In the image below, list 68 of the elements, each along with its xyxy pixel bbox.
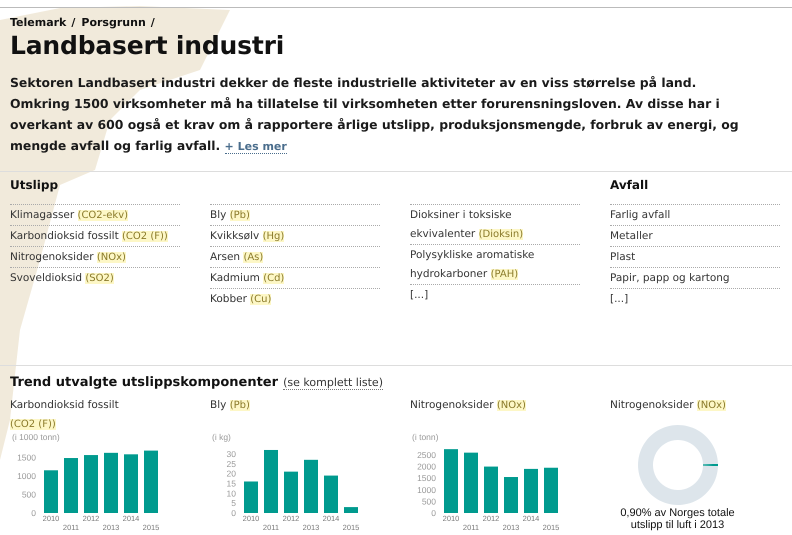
waste-link[interactable]: Metaller — [610, 225, 780, 246]
emission-link[interactable]: Polysykliske aromatiske hydrokarboner (PAH) — [410, 244, 580, 284]
read-more-link[interactable]: + Les mer — [224, 140, 287, 154]
bar — [504, 477, 518, 513]
waste-link[interactable]: Papir, papp og kartong — [610, 267, 780, 288]
bar — [304, 460, 318, 513]
axis-tick-label: 500 — [422, 496, 436, 506]
emission-link[interactable]: Nitrogenoksider (NOx) — [10, 246, 180, 267]
bar — [284, 472, 298, 513]
axis-tick-label: 1500 — [17, 452, 36, 462]
section-heading: Avfall — [610, 178, 650, 194]
bar — [104, 452, 118, 513]
axis-tick-label: 1500 — [417, 473, 436, 484]
emission-link[interactable]: Bly (Pb) — [210, 204, 380, 225]
bar — [324, 476, 338, 513]
axis-tick-label: 25 — [226, 458, 236, 469]
axis-tick-label: 2500 — [417, 450, 436, 460]
more-link[interactable]: [...] — [610, 288, 780, 309]
axis-tick-label: 20 — [226, 468, 236, 479]
axis-tick-label: 2000 — [417, 462, 436, 472]
bar — [244, 481, 258, 513]
emission-link[interactable]: Klimagasser (CO2-ekv) — [10, 204, 180, 225]
axis-tick-label: 15 — [226, 478, 236, 488]
axis-tick-label: 5 — [231, 498, 236, 508]
axis-tick-label: 500 — [22, 489, 36, 500]
waste-link[interactable]: Farlig avfall — [610, 204, 780, 225]
bar — [264, 450, 278, 513]
axis-tick-label: 0 — [31, 508, 36, 518]
bar — [124, 454, 138, 513]
emission-link[interactable]: Arsen (As) — [210, 246, 380, 267]
intro-paragraph: Sektoren Landbasert industri dekker de fleste industrielle aktiviteter av en viss størrelse på land. Omkring 1500 virksomheter må ha tillatelse til virksomheten etter forurensningsloven. Av disse har i overkant av 600 også et krav om å rapportere årlige utslipp, produksjonsmengde, forbruk av energi, og mengde avfall og farlig avfall. + Les mer — [10, 74, 740, 156]
bar — [44, 470, 58, 513]
bar — [144, 450, 158, 513]
emission-link[interactable]: Kobber (Cu) — [210, 288, 380, 309]
axis-tick-label: 10 — [226, 488, 236, 498]
emission-link[interactable]: Svoveldioksid (SO2) — [10, 267, 180, 288]
page-title: Landbasert industri — [10, 31, 286, 60]
axis-unit-label: (i 1000 tonn) — [12, 432, 60, 442]
bar — [84, 455, 98, 513]
breadcrumb-separator: / — [150, 16, 155, 29]
bar — [544, 468, 558, 513]
axis-tick-label: 1000 — [17, 470, 36, 481]
breadcrumb-link[interactable]: Telemark — [10, 16, 66, 29]
more-link[interactable]: [...] — [410, 284, 580, 305]
section-heading: Utslipp — [10, 178, 60, 194]
full-list-link[interactable]: (se komplett liste) — [283, 376, 383, 390]
emission-link[interactable]: Dioksiner i toksiske ekvivalenter (Dioksin) — [410, 204, 580, 244]
breadcrumb-separator: / — [71, 16, 76, 29]
axis-tick-label: 1000 — [417, 484, 436, 495]
bar — [64, 458, 78, 513]
emission-link[interactable]: Kvikksølv (Hg) — [210, 225, 380, 246]
emission-link[interactable]: Karbondioksid fossilt (CO2 (F)) — [10, 225, 180, 246]
breadcrumb-link[interactable]: Porsgrunn — [81, 16, 146, 29]
bar — [464, 452, 478, 513]
bar — [484, 466, 498, 513]
axis-tick-label: 0 — [231, 508, 236, 518]
waste-link[interactable]: Plast — [610, 246, 780, 267]
chart-caption: 0,90% av Norges totale utslipp til luft i 2013 — [619, 508, 736, 531]
bar — [444, 449, 458, 513]
axis-tick-label: 0 — [431, 508, 436, 518]
emission-link[interactable]: Kadmium (Cd) — [210, 267, 380, 288]
axis-tick-label: 30 — [226, 448, 236, 459]
section-heading: Trend utvalgte utslippskomponenter — [10, 375, 278, 390]
axis-unit-label: (i tonn) — [412, 432, 438, 442]
axis-unit-label: (i kg) — [212, 432, 231, 442]
chart-title[interactable]: Nitrogenoksider (NOx) — [610, 396, 760, 436]
bar — [344, 507, 358, 513]
bar — [524, 468, 538, 513]
